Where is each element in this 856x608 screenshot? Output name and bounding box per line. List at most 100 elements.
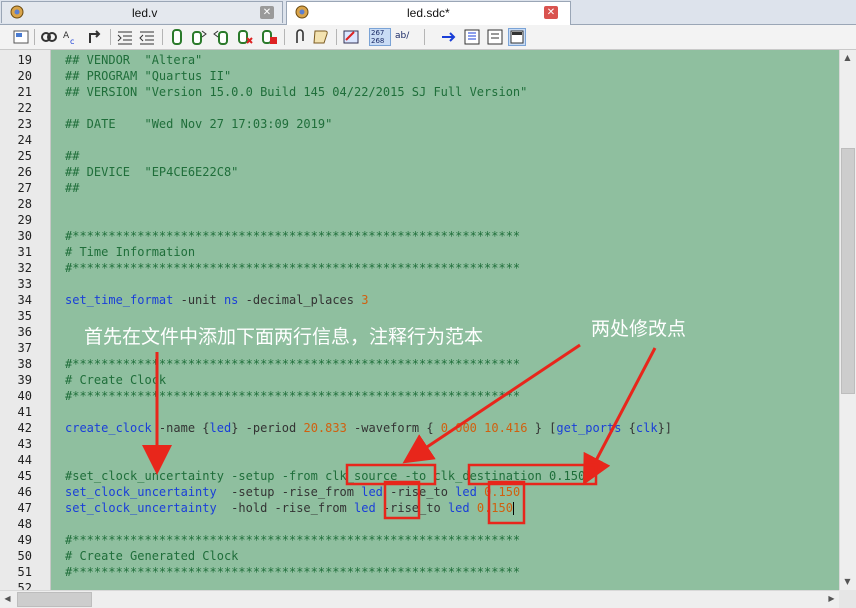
find-replace-icon[interactable]: Ac bbox=[62, 28, 80, 46]
line-number: 29 bbox=[17, 213, 32, 227]
code-token: ## PROGRAM "Quartus II" bbox=[65, 69, 232, 83]
bookmark-next-icon[interactable] bbox=[190, 28, 208, 46]
scroll-left-icon[interactable]: ◀ bbox=[0, 591, 15, 607]
code-text: ## VERSION "Version 15.0.0 Build 145 04/… bbox=[65, 84, 527, 100]
code-token: -rise_to bbox=[382, 485, 456, 499]
code-line[interactable]: 25 ## bbox=[0, 148, 839, 164]
bookmark-icon[interactable] bbox=[168, 28, 186, 46]
tab-led-v[interactable]: led.v ✕ bbox=[1, 1, 283, 23]
code-line[interactable]: 23 ## DATE "Wed Nov 27 17:03:09 2019" bbox=[0, 116, 839, 132]
scroll-up-icon[interactable]: ▲ bbox=[840, 50, 855, 66]
code-line[interactable]: 39 # Create Clock bbox=[0, 372, 839, 388]
indent-icon[interactable] bbox=[116, 28, 134, 46]
code-line[interactable]: 21 ## VERSION "Version 15.0.0 Build 145 0… bbox=[0, 84, 839, 100]
code-line[interactable]: 43 bbox=[0, 436, 839, 452]
code-token: 0.150 bbox=[476, 501, 513, 515]
code-line[interactable]: 51 #*************************************… bbox=[0, 564, 839, 580]
bookmark-delete-icon[interactable] bbox=[260, 28, 278, 46]
code-editor[interactable]: 19 ## VENDOR "Altera" 20 ## PROGRAM "Quartu… bbox=[0, 50, 839, 590]
code-line[interactable]: 33 bbox=[0, 276, 839, 292]
scroll-right-icon[interactable]: ▶ bbox=[824, 591, 839, 607]
block-comment-icon[interactable] bbox=[486, 28, 504, 46]
scroll-thumb[interactable] bbox=[17, 592, 92, 607]
bookmark-clear-icon[interactable] bbox=[236, 28, 254, 46]
line-number: 40 bbox=[17, 389, 32, 403]
line-number: 31 bbox=[17, 245, 32, 259]
line-number: 47 bbox=[17, 501, 32, 515]
code-line[interactable]: 24 bbox=[0, 132, 839, 148]
code-line[interactable]: 50 # Create Generated Clock bbox=[0, 548, 839, 564]
code-line[interactable]: 52 bbox=[0, 580, 839, 590]
code-token: get_ports bbox=[556, 421, 622, 435]
code-token: -name bbox=[151, 421, 203, 435]
code-line[interactable]: 38 #*************************************… bbox=[0, 356, 839, 372]
code-line[interactable]: 27 ## bbox=[0, 180, 839, 196]
code-line[interactable]: 19 ## VENDOR "Altera" bbox=[0, 52, 839, 68]
code-line[interactable]: 44 bbox=[0, 452, 839, 468]
scroll-down-icon[interactable]: ▼ bbox=[840, 574, 855, 590]
word-wrap-icon[interactable]: ab/ bbox=[394, 28, 414, 46]
bookmark-prev-icon[interactable] bbox=[212, 28, 230, 46]
code-text: set_clock_uncertainty -hold -rise_from l… bbox=[65, 500, 514, 516]
find-icon[interactable] bbox=[40, 28, 58, 46]
code-line[interactable]: 30 #*************************************… bbox=[0, 228, 839, 244]
toggle-panel-icon[interactable] bbox=[508, 28, 526, 46]
code-token: ## VERSION "Version 15.0.0 Build 145 04/… bbox=[65, 85, 528, 99]
code-text: #***************************************… bbox=[65, 260, 520, 276]
code-token: #***************************************… bbox=[65, 565, 521, 579]
code-line[interactable]: 31 # Time Information bbox=[0, 244, 839, 260]
code-line[interactable]: 34 set_time_format -unit ns -decimal_plac… bbox=[0, 292, 839, 308]
page-setup-icon[interactable] bbox=[12, 28, 30, 46]
code-token: } bbox=[527, 421, 550, 435]
code-line[interactable]: 42 create_clock -name {led} -period 20.83… bbox=[0, 420, 839, 436]
scroll-thumb[interactable] bbox=[841, 148, 855, 394]
horizontal-scrollbar[interactable]: ◀ ▶ bbox=[0, 590, 839, 608]
close-icon[interactable]: ✕ bbox=[544, 6, 558, 19]
code-line[interactable]: 45 #set_clock_uncertainty -setup -from cl… bbox=[0, 468, 839, 484]
code-line[interactable]: 32 #*************************************… bbox=[0, 260, 839, 276]
vertical-scrollbar[interactable]: ▲ ▼ bbox=[839, 50, 856, 590]
code-token: set_clock_uncertainty bbox=[65, 501, 217, 515]
line-number: 22 bbox=[17, 101, 32, 115]
goto-line-icon[interactable] bbox=[440, 28, 458, 46]
code-token: -waveform bbox=[346, 421, 427, 435]
close-icon[interactable]: ✕ bbox=[260, 6, 274, 19]
annotation-note-left: 首先在文件中添加下面两行信息，注释行为范本 bbox=[84, 326, 484, 348]
code-token: #***************************************… bbox=[65, 229, 521, 243]
code-line[interactable]: 47 set_clock_uncertainty -hold -rise_from… bbox=[0, 500, 839, 516]
code-line[interactable]: 41 bbox=[0, 404, 839, 420]
code-token: led bbox=[455, 485, 477, 499]
toolbar: Ac 267 268 ab/ bbox=[0, 25, 856, 50]
select-column-icon[interactable] bbox=[463, 28, 481, 46]
code-line[interactable]: 28 bbox=[0, 196, 839, 212]
line-number: 39 bbox=[17, 373, 32, 387]
code-text: #set_clock_uncertainty -setup -from clk_… bbox=[65, 468, 585, 484]
code-line[interactable]: 20 ## PROGRAM "Quartus II" bbox=[0, 68, 839, 84]
code-token: 3 bbox=[361, 293, 369, 307]
code-token: ## DATE "Wed Nov 27 17:03:09 2019" bbox=[65, 117, 333, 131]
line-numbers-icon[interactable]: 267 268 bbox=[369, 28, 391, 46]
unindent-icon[interactable] bbox=[138, 28, 156, 46]
attach-icon[interactable] bbox=[290, 28, 308, 46]
code-text: set_time_format -unit ns -decimal_places… bbox=[65, 292, 368, 308]
toolbar-separator bbox=[34, 29, 35, 45]
code-line[interactable]: 48 bbox=[0, 516, 839, 532]
code-line[interactable]: 40 #*************************************… bbox=[0, 388, 839, 404]
code-line[interactable]: 49 #*************************************… bbox=[0, 532, 839, 548]
script-icon[interactable] bbox=[312, 28, 330, 46]
code-text: ## PROGRAM "Quartus II" bbox=[65, 68, 231, 84]
goto-icon[interactable] bbox=[86, 28, 104, 46]
code-text: #***************************************… bbox=[65, 228, 520, 244]
code-token: ## bbox=[65, 181, 80, 195]
code-line[interactable]: 29 bbox=[0, 212, 839, 228]
code-line[interactable]: 46 set_clock_uncertainty -setup -rise_fro… bbox=[0, 484, 839, 500]
insert-template-icon[interactable] bbox=[342, 28, 360, 46]
code-token: { bbox=[426, 421, 441, 435]
tab-led-sdc[interactable]: led.sdc* ✕ bbox=[286, 1, 571, 25]
line-number: 38 bbox=[17, 357, 32, 371]
line-number: 23 bbox=[17, 117, 32, 131]
code-line[interactable]: 26 ## DEVICE "EP4CE6E22C8" bbox=[0, 164, 839, 180]
code-line[interactable]: 22 bbox=[0, 100, 839, 116]
code-text: create_clock -name {led} -period 20.833 … bbox=[65, 420, 672, 436]
